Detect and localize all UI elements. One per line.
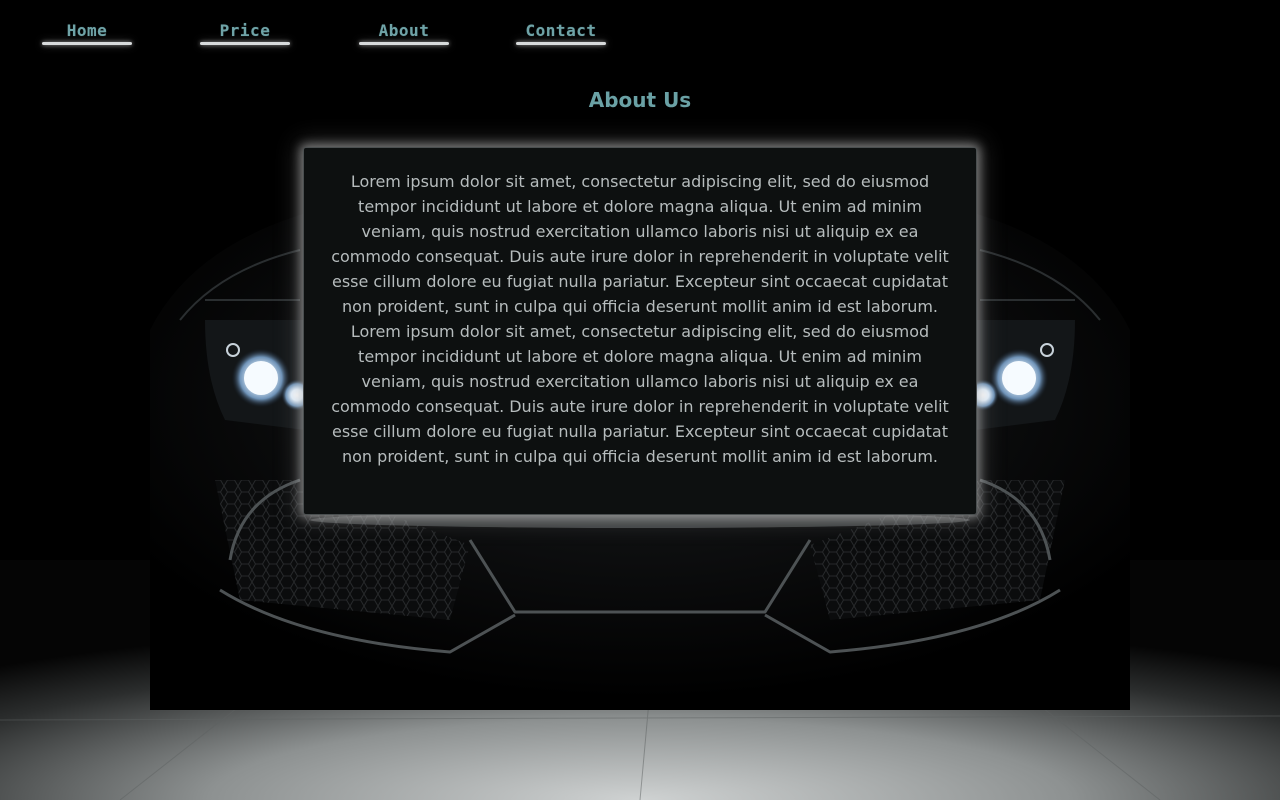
about-panel: Lorem ipsum dolor sit amet, consectetur … [303, 147, 977, 515]
nav-about-link[interactable]: About [357, 18, 451, 45]
nav-home-link[interactable]: Home [40, 18, 134, 45]
nav-price-link[interactable]: Price [198, 18, 292, 45]
main-nav: Home Price About Contact [0, 18, 700, 52]
about-text: Lorem ipsum dolor sit amet, consectetur … [331, 172, 949, 466]
nav-contact-link[interactable]: Contact [514, 18, 608, 45]
page-title: About Us [588, 88, 692, 112]
